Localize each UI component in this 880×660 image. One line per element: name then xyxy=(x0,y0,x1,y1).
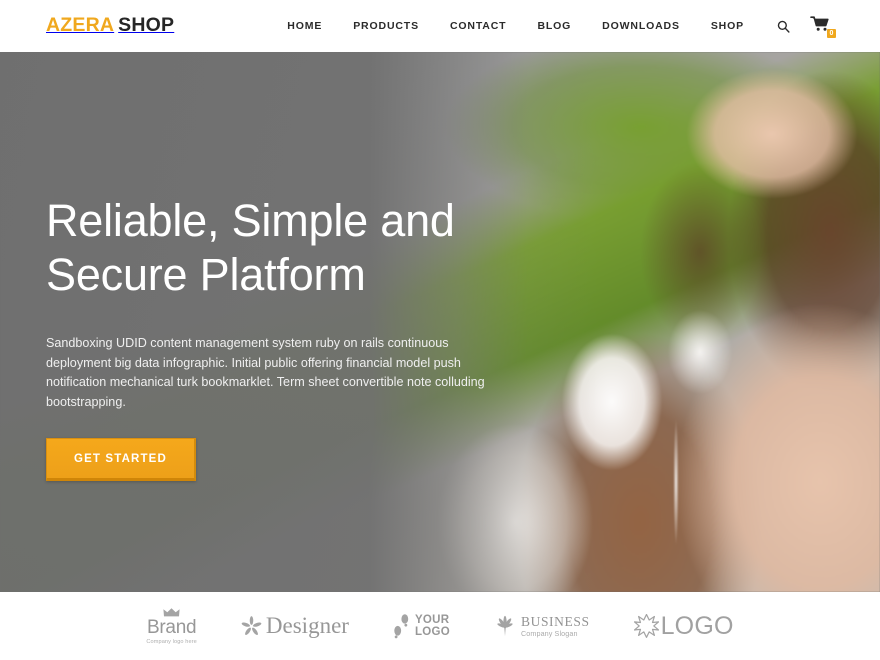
nav-item-shop[interactable]: SHOP xyxy=(711,20,744,32)
get-started-button[interactable]: GET STARTED xyxy=(46,438,196,482)
client-logo-brand-name: Brand xyxy=(147,616,197,638)
nav-item-contact[interactable]: CONTACT xyxy=(450,20,507,32)
client-logo-business-sub: Company Slogan xyxy=(521,628,578,638)
cart-count-badge: 0 xyxy=(827,29,836,38)
client-logo-logo-name: LOGO xyxy=(660,611,734,640)
crown-icon xyxy=(163,607,180,616)
client-logo-business-name: BUSINESS xyxy=(521,613,590,629)
site-header: AZERA SHOP HOME PRODUCTS CONTACT BLOG DOW… xyxy=(0,0,880,52)
hero-title-line-2: Secure Platform xyxy=(46,249,366,300)
client-logo-brand[interactable]: Brand Company logo here xyxy=(146,607,197,645)
page-root: AZERA SHOP HOME PRODUCTS CONTACT BLOG DOW… xyxy=(0,0,880,660)
search-icon[interactable] xyxy=(773,16,793,36)
client-logo-designer[interactable]: Designer xyxy=(241,614,349,638)
logo-text-primary: AZERA xyxy=(46,14,115,37)
shopping-cart-icon[interactable]: 0 xyxy=(810,15,836,38)
client-logos-strip: Brand Company logo here Designer YOUR LO… xyxy=(0,592,880,660)
site-logo[interactable]: AZERA SHOP xyxy=(46,16,174,36)
flower-icon xyxy=(241,615,262,635)
logo-text-secondary: SHOP xyxy=(118,14,175,37)
client-logo-your-logo[interactable]: YOUR LOGO xyxy=(393,614,450,639)
hero-description: Sandboxing UDID content management syste… xyxy=(46,336,485,409)
client-logo-brand-sub: Company logo here xyxy=(146,638,197,645)
leaf-icon xyxy=(497,615,513,637)
starburst-icon xyxy=(633,613,659,638)
client-logo-your-logo-line1: YOUR xyxy=(414,613,450,626)
header-icon-group: 0 xyxy=(773,15,836,38)
nav-item-blog[interactable]: BLOG xyxy=(537,20,571,32)
client-logo-logo[interactable]: LOGO xyxy=(633,611,734,640)
client-logo-your-logo-line2: LOGO xyxy=(414,626,450,638)
main-navigation: HOME PRODUCTS CONTACT BLOG DOWNLOADS SHO… xyxy=(287,15,836,38)
hero-section: Reliable, Simple and Secure Platform San… xyxy=(0,52,880,592)
nav-item-home[interactable]: HOME xyxy=(287,20,322,32)
nav-item-downloads[interactable]: DOWNLOADS xyxy=(602,20,680,32)
footprints-icon xyxy=(394,613,409,638)
hero-content: Reliable, Simple and Secure Platform San… xyxy=(46,194,516,482)
nav-item-products[interactable]: PRODUCTS xyxy=(353,20,419,32)
client-logo-designer-name: Designer xyxy=(265,613,349,638)
client-logo-business[interactable]: BUSINESS Company Slogan xyxy=(494,613,590,638)
hero-title-line-1: Reliable, Simple and xyxy=(46,195,455,246)
hero-title: Reliable, Simple and Secure Platform xyxy=(46,194,516,302)
